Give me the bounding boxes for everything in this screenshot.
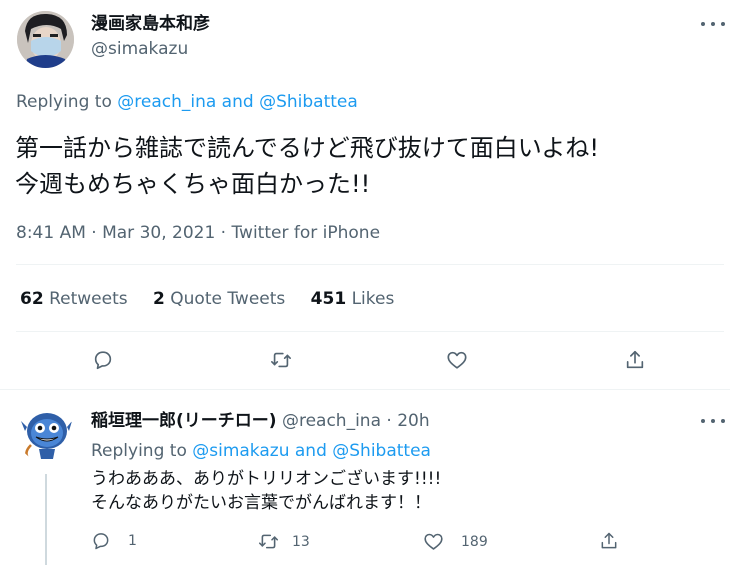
reply-reply-count: 1	[128, 533, 137, 549]
tweet-stats: 62 Retweets 2 Quote Tweets 451 Likes	[20, 288, 394, 310]
tweet-text-line-1: 第一話から雑誌で読んでるけど飛び抜けて面白いよね!	[15, 134, 599, 162]
share-icon	[626, 350, 644, 369]
tweet-text-line-2: 今週もめちゃくちゃ面白かった!!	[15, 170, 371, 198]
tweet-meta: 8:41 AM · Mar 30, 2021 · Twitter for iPh…	[16, 222, 380, 244]
retweets-stat[interactable]: 62 Retweets	[20, 289, 133, 309]
reply-retweet-count: 13	[292, 533, 310, 550]
replying-prefix: Replying to	[16, 92, 118, 112]
reply-author-display-name[interactable]: 稲垣理一郎(リーチロー)	[91, 411, 277, 431]
likes-stat[interactable]: 451 Likes	[311, 289, 395, 309]
likes-count: 451	[310, 289, 347, 309]
tweet-timestamp[interactable]: 8:41 AM · Mar 30, 2021 ·	[16, 223, 231, 243]
reply-reply-button[interactable]: 1	[91, 531, 137, 551]
reply-text-line-2: そんなありがたいお言葉でがんばれます！！	[91, 493, 431, 513]
like-button[interactable]	[446, 349, 468, 371]
share-button[interactable]	[624, 349, 646, 371]
reply-author-handle-time[interactable]: @reach_ina · 20h	[282, 411, 430, 431]
reply-replying-to: Replying to @simakazu and @Shibattea	[91, 440, 431, 462]
reply-mention-shibattea[interactable]: @Shibattea	[332, 441, 431, 461]
heart-icon	[424, 533, 443, 550]
reply-button[interactable]	[92, 349, 114, 371]
retweet-icon	[258, 534, 279, 549]
reply-replying-and: and	[289, 441, 333, 461]
share-icon	[601, 532, 617, 549]
reply-share-button[interactable]	[599, 531, 619, 551]
tweet-source[interactable]: Twitter for iPhone	[231, 223, 380, 243]
divider-middle	[16, 331, 724, 332]
author-display-name[interactable]: 漫画家島本和彦	[91, 13, 210, 35]
quotes-count: 2	[153, 289, 165, 309]
reply-author-avatar-image	[17, 405, 74, 462]
author-avatar-image	[17, 11, 74, 68]
quotes-label: Quote Tweets	[170, 289, 286, 309]
divider-bottom	[0, 389, 730, 390]
reply-text-line-1: うわあああ、ありがトリリオンございます!!!!	[91, 469, 442, 489]
quotes-stat[interactable]: 2 Quote Tweets	[153, 289, 291, 309]
author-avatar[interactable]	[17, 11, 74, 68]
likes-label: Likes	[351, 289, 395, 309]
reply-like-button[interactable]: 189	[423, 531, 488, 552]
replying-to: Replying to @reach_ina and @Shibattea	[16, 91, 358, 113]
reply-more-icon[interactable]	[701, 415, 725, 427]
retweets-label: Retweets	[49, 289, 128, 309]
replying-and: and	[216, 92, 260, 112]
author-handle[interactable]: @simakazu	[91, 38, 188, 60]
reply-like-count: 189	[461, 533, 488, 550]
reply-replying-prefix: Replying to	[91, 441, 193, 461]
reply-thread-line	[45, 474, 47, 565]
reply-icon	[93, 533, 109, 550]
divider-top	[16, 264, 724, 265]
retweet-icon	[271, 352, 291, 368]
retweets-count: 62	[20, 289, 44, 309]
retweet-button[interactable]	[270, 349, 292, 371]
reply-author-avatar[interactable]	[17, 405, 74, 462]
more-icon[interactable]	[701, 18, 725, 30]
reply-header: 稲垣理一郎(リーチロー) @reach_ina · 20h	[91, 410, 430, 432]
mention-simakazu[interactable]: @simakazu	[192, 441, 289, 461]
reply-icon	[94, 351, 112, 370]
mention-reach-ina[interactable]: @reach_ina	[117, 92, 216, 112]
mention-shibattea[interactable]: @Shibattea	[259, 92, 358, 112]
reply-retweet-button[interactable]: 13	[258, 531, 310, 552]
heart-icon	[447, 351, 467, 369]
